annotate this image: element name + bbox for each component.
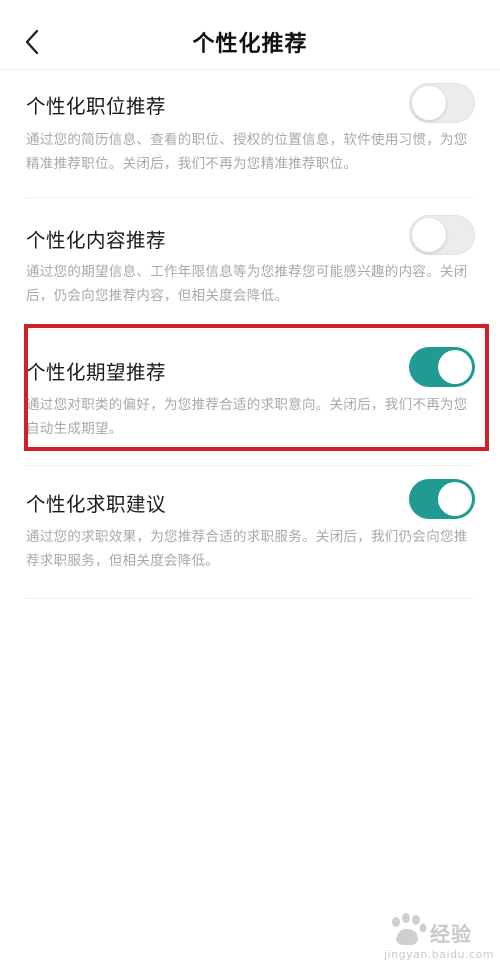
toggle-personalized-job-advice[interactable]	[409, 479, 475, 519]
divider	[26, 197, 474, 198]
header-divider	[0, 69, 500, 70]
setting-title: 个性化求职建议	[26, 493, 167, 516]
page-title: 个性化推荐	[192, 32, 308, 57]
watermark-url: jingyan.baidu.com	[384, 948, 495, 961]
paw-logo-icon	[392, 913, 427, 946]
toggle-knob	[438, 482, 472, 516]
highlight-box	[24, 324, 489, 451]
setting-description: 通过您的简历信息、查看的职位、授权的位置信息，软件使用习惯，为您精准推荐职位。关…	[26, 132, 468, 172]
top-bar: 个性化推荐	[0, 0, 500, 70]
toggle-personalized-job[interactable]	[409, 83, 475, 123]
divider	[26, 598, 474, 599]
divider	[26, 465, 474, 466]
setting-title: 个性化职位推荐	[26, 95, 167, 118]
toggle-knob	[412, 218, 446, 252]
toggle-personalized-content[interactable]	[409, 215, 475, 255]
setting-description: 通过您的求职效果，为您推荐合适的求职服务。关闭后，我们仍会向您推荐求职服务，但相…	[26, 529, 468, 569]
setting-title: 个性化内容推荐	[26, 229, 167, 252]
watermark-text: 经验	[430, 922, 472, 946]
toggle-knob	[412, 86, 446, 120]
setting-description: 通过您的期望信息、工作年限信息等为您推荐您可能感兴趣的内容。关闭后，仍会向您推荐…	[26, 264, 468, 304]
watermark: 经验 jingyan.baidu.com	[384, 910, 494, 962]
